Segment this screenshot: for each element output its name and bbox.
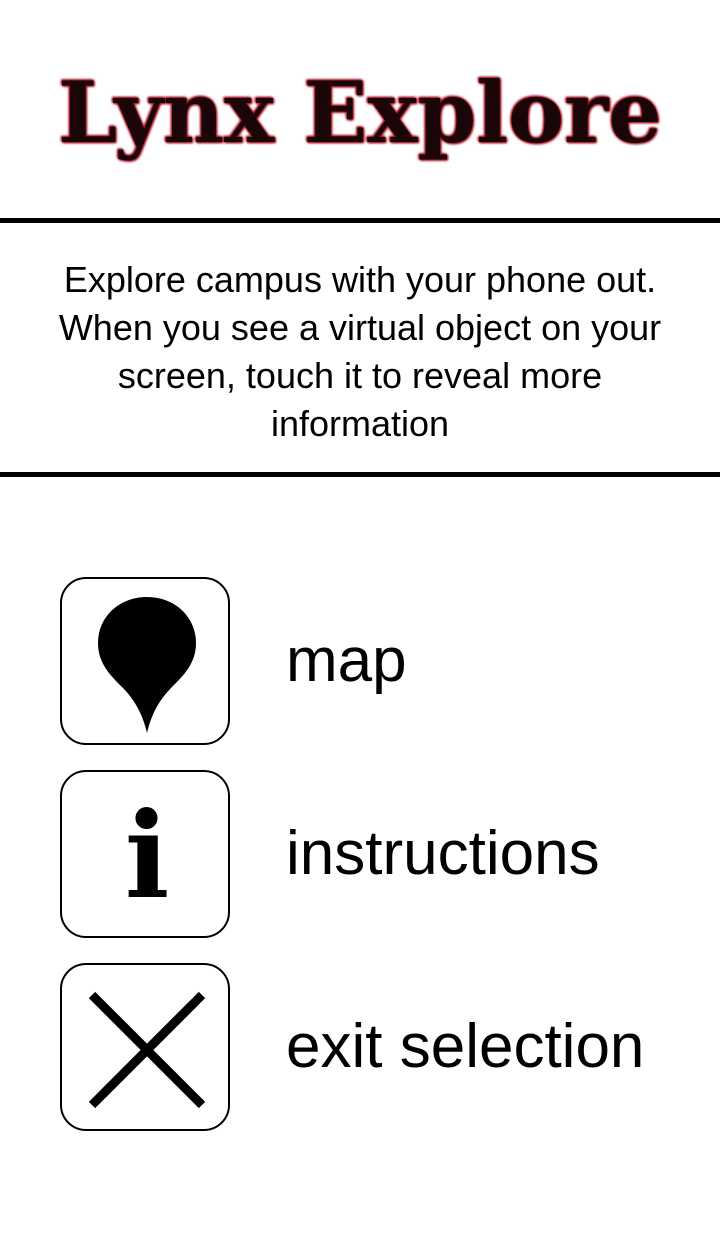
instructions-label: instructions: [286, 819, 600, 888]
top-divider: [0, 218, 720, 223]
exit-selection-button[interactable]: [60, 963, 230, 1131]
intro-text: Explore campus with your phone out. When…: [58, 259, 662, 444]
info-icon: i: [124, 786, 170, 925]
menu-item-map[interactable]: map: [60, 577, 700, 749]
map-button[interactable]: [60, 577, 230, 745]
menu-item-exit-selection[interactable]: exit selection: [60, 963, 700, 1135]
instructions-button[interactable]: i: [60, 770, 230, 938]
menu-item-instructions[interactable]: i instructions: [60, 770, 700, 942]
bottom-divider: [0, 472, 720, 477]
map-pin-icon: [98, 597, 196, 733]
app-title: Lynx Explore: [58, 63, 662, 162]
close-icon: [88, 991, 206, 1109]
exit-selection-label: exit selection: [286, 1012, 645, 1081]
map-label: map: [286, 626, 407, 695]
